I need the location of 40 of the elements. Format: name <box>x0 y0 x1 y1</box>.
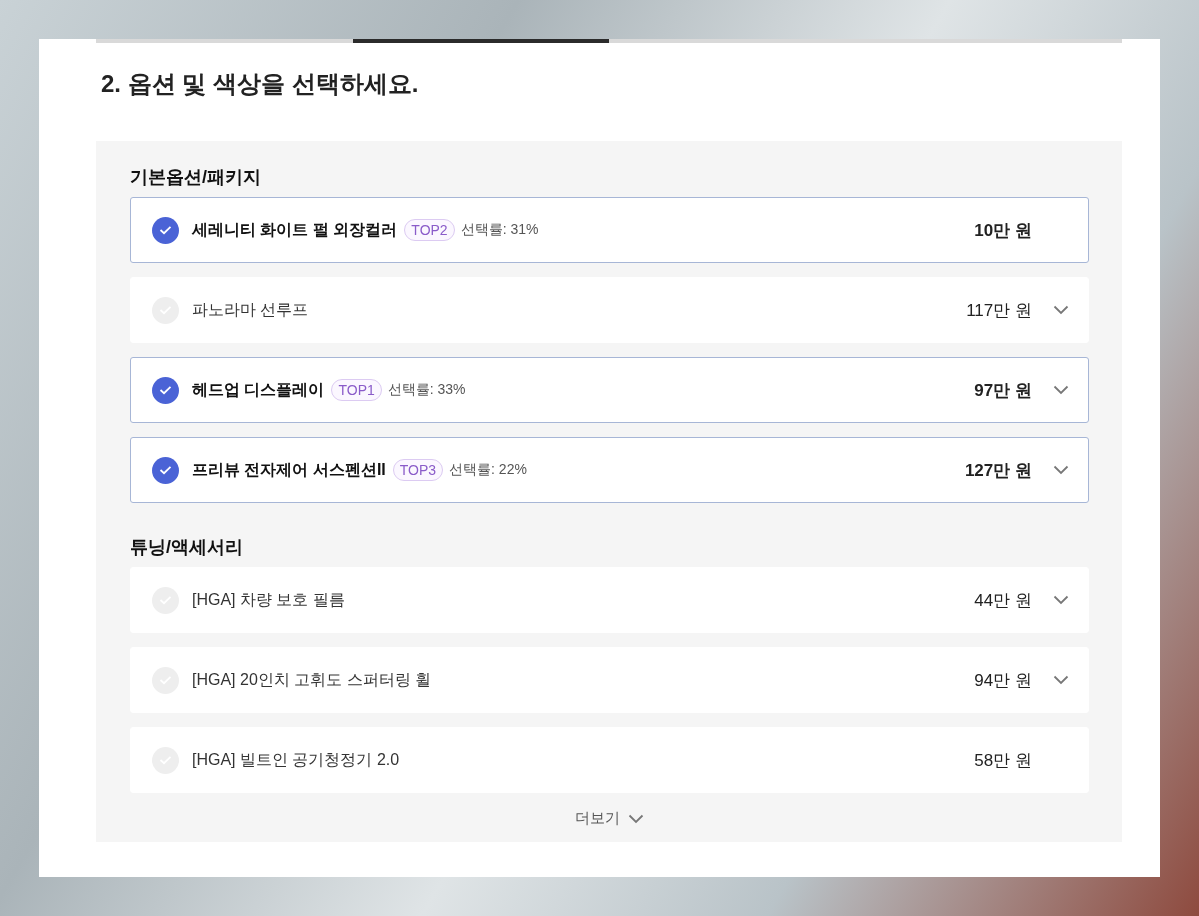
selection-rate: 선택률: 22% <box>449 461 527 479</box>
option-name: [HGA] 차량 보호 필름 <box>192 589 345 610</box>
more-button[interactable]: 더보기 <box>575 805 644 832</box>
option-row[interactable]: [HGA] 빌트인 공기청정기 2.0 58만 원 <box>130 727 1089 793</box>
option-name: 헤드업 디스플레이 <box>192 379 325 400</box>
option-row[interactable]: 파노라마 선루프 117만 원 <box>130 277 1089 343</box>
option-price: 97만 원 <box>974 379 1032 402</box>
option-price: 10만 원 <box>974 219 1032 242</box>
option-name: 파노라마 선루프 <box>192 299 309 320</box>
option-price: 117만 원 <box>966 299 1032 322</box>
option-row[interactable]: [HGA] 20인치 고휘도 스퍼터링 휠 94만 원 <box>130 647 1089 713</box>
chevron-down-icon <box>1053 385 1069 395</box>
option-row[interactable]: 프리뷰 전자제어 서스펜션II TOP3 선택률: 22% 127만 원 <box>130 437 1089 503</box>
option-price: 94만 원 <box>974 669 1032 692</box>
rank-tag: TOP1 <box>331 379 382 401</box>
rank-tag: TOP3 <box>392 459 444 481</box>
check-icon[interactable] <box>152 376 179 404</box>
group-heading: 기본옵션/패키지 <box>130 166 262 189</box>
chevron-down-icon <box>1053 675 1069 685</box>
option-price: 58만 원 <box>974 749 1032 772</box>
option-name: 프리뷰 전자제어 서스펜션II <box>192 459 386 480</box>
option-price: 44만 원 <box>974 589 1032 612</box>
chevron-down-icon <box>1053 465 1069 475</box>
option-row[interactable]: 헤드업 디스플레이 TOP1 선택률: 33% 97만 원 <box>130 357 1089 423</box>
option-name: 세레니티 화이트 펄 외장컬러 <box>192 219 398 240</box>
option-price: 127만 원 <box>964 459 1032 482</box>
chevron-down-icon <box>628 813 644 824</box>
selection-rate: 선택률: 31% <box>460 221 539 239</box>
rank-tag: TOP2 <box>404 219 455 241</box>
option-row[interactable]: [HGA] 차량 보호 필름 44만 원 <box>130 567 1089 633</box>
option-name: [HGA] 20인치 고휘도 스퍼터링 휠 <box>192 669 432 690</box>
option-row[interactable]: 세레니티 화이트 펄 외장컬러 TOP2 선택률: 31% 10만 원 <box>130 197 1089 263</box>
check-icon[interactable] <box>152 456 179 484</box>
chevron-down-icon <box>1053 305 1069 315</box>
chevron-down-icon <box>1053 595 1069 605</box>
selection-rate: 선택률: 33% <box>387 381 466 399</box>
section-title: 2. 옵션 및 색상을 선택하세요. <box>101 69 420 99</box>
option-name: [HGA] 빌트인 공기청정기 2.0 <box>192 749 400 770</box>
group-heading: 튜닝/액세서리 <box>130 536 244 559</box>
check-icon[interactable] <box>152 216 179 244</box>
